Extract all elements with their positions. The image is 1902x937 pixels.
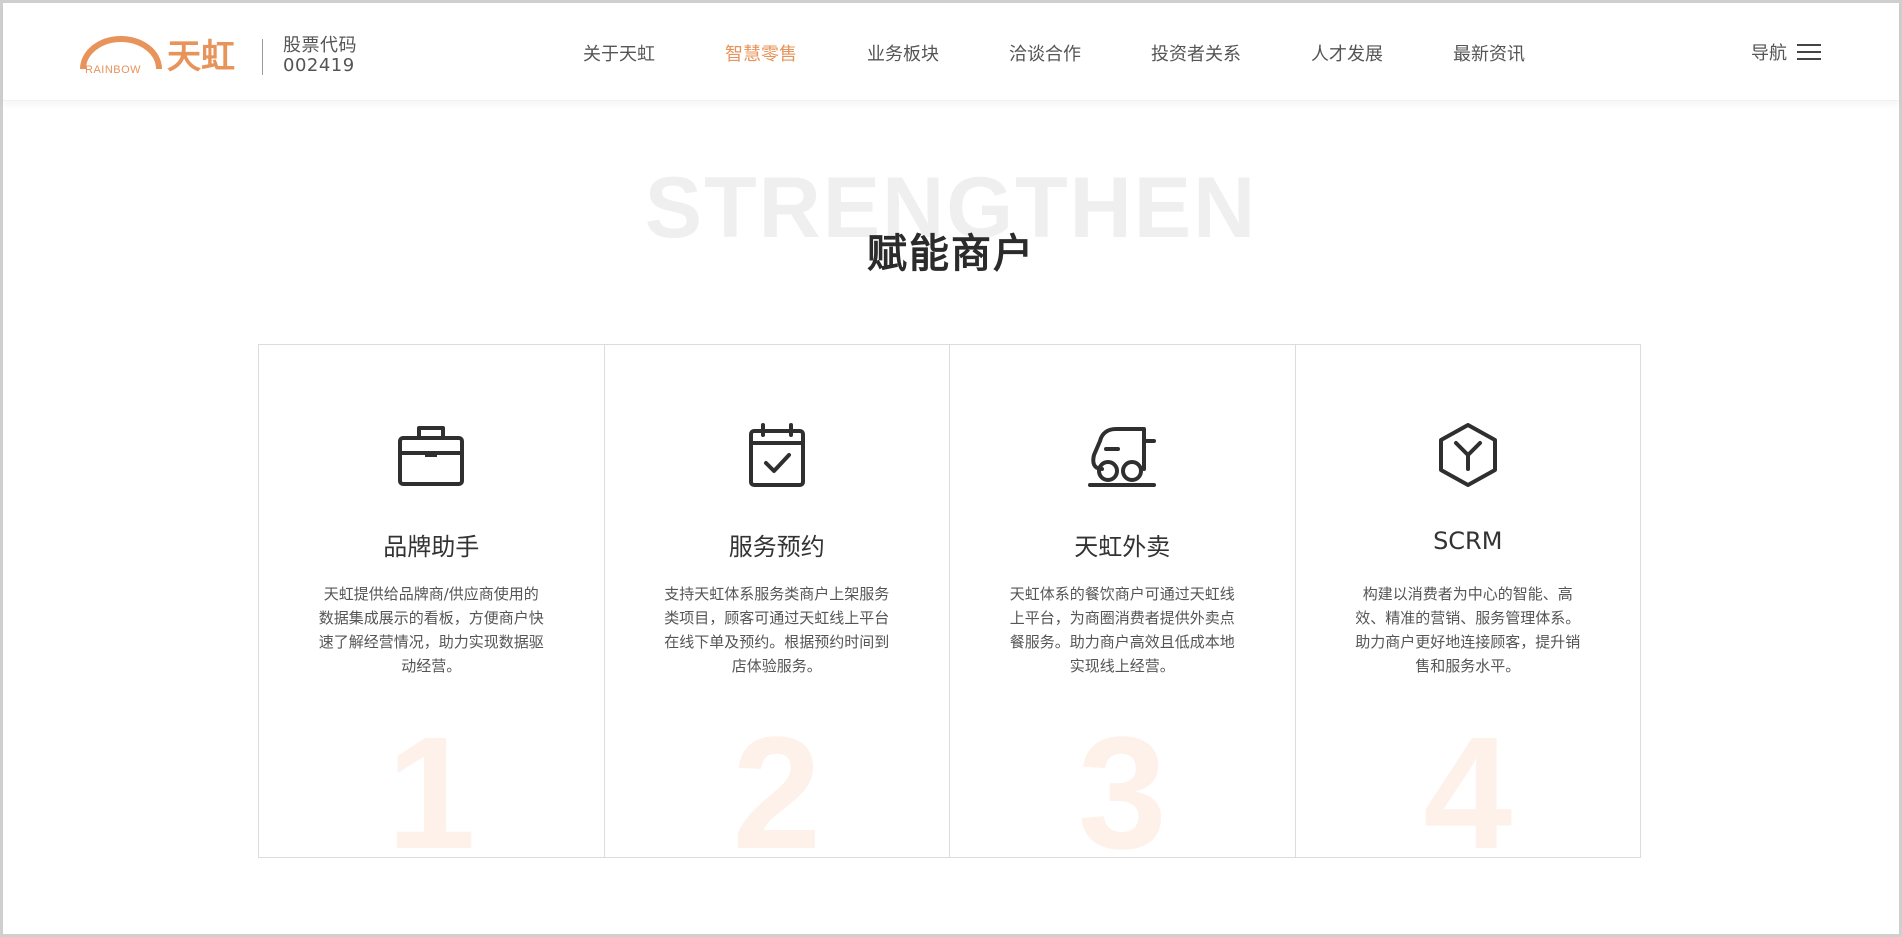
- feature-card-brand-assistant[interactable]: 1 品牌助手 天虹提供给品牌商/供应商使用的数据集成展示的看板，方便商户快速了解…: [259, 345, 605, 857]
- calendar-check-icon: [743, 423, 811, 487]
- delivery-scooter-icon: [1088, 423, 1157, 487]
- stock-code: 002419: [283, 55, 355, 76]
- logo-divider: [262, 39, 263, 75]
- card-number: 2: [732, 703, 822, 858]
- site-header: RAINBOW 天虹 股票代码 002419 关于天虹 智慧零售 业务板块 洽谈…: [3, 3, 1899, 101]
- feature-card-service-booking[interactable]: 2 服务预约 支持天虹体系服务类商户上架服务类项目，顾客可通过天虹线上平台在线下…: [605, 345, 950, 858]
- stock-info: 股票代码 002419: [283, 36, 357, 76]
- card-description: 天虹提供给品牌商/供应商使用的数据集成展示的看板，方便商户快速了解经营情况，助力…: [318, 585, 544, 675]
- nav-news[interactable]: 最新资讯: [1453, 40, 1525, 66]
- card-title: SCRM: [1433, 527, 1503, 555]
- feature-cards: 1 品牌助手 天虹提供给品牌商/供应商使用的数据集成展示的看板，方便商户快速了解…: [258, 344, 1641, 858]
- stock-label: 股票代码: [283, 35, 357, 56]
- card-number: 1: [386, 703, 476, 858]
- nav-cooperation[interactable]: 洽谈合作: [1009, 40, 1081, 66]
- card-description: 天虹体系的餐饮商户可通过天虹线上平台，为商圈消费者提供外卖点餐服务。助力商户高效…: [1009, 585, 1235, 675]
- nav-about[interactable]: 关于天虹: [583, 40, 655, 66]
- nav-menu-button[interactable]: 导航: [1751, 39, 1821, 65]
- card-title: 服务预约: [728, 533, 825, 561]
- feature-card-takeaway[interactable]: 3 天虹外卖 天虹体系的餐饮商户可通过天虹线上平台，为商圈消费者提供外卖点餐服务…: [950, 345, 1296, 857]
- feature-card-scrm[interactable]: 4 SCRM 构建以消费者为中心的智能、高效、精准的营销、服务管理体系。助力商户…: [1296, 345, 1641, 857]
- card-number: 3: [1077, 703, 1167, 858]
- rainbow-logo[interactable]: RAINBOW 天虹: [79, 29, 249, 77]
- logo-mark-text: RAINBOW: [85, 64, 141, 75]
- nav-investors[interactable]: 投资者关系: [1151, 40, 1241, 66]
- logo-chinese-name: 天虹: [167, 37, 235, 75]
- main-nav: 关于天虹 智慧零售 业务板块 洽谈合作 投资者关系 人才发展 最新资讯: [583, 40, 1595, 66]
- cube-icon: [1434, 423, 1502, 487]
- card-description: 构建以消费者为中心的智能、高效、精准的营销、服务管理体系。助力商户更好地连接顾客…: [1355, 585, 1581, 675]
- hamburger-icon: [1797, 42, 1821, 62]
- nav-smart-retail[interactable]: 智慧零售: [725, 40, 797, 66]
- card-description: 支持天虹体系服务类商户上架服务类项目，顾客可通过天虹线上平台在线下单及预约。根据…: [664, 585, 890, 675]
- nav-business[interactable]: 业务板块: [867, 40, 939, 66]
- briefcase-icon: [397, 423, 465, 487]
- nav-menu-label: 导航: [1751, 43, 1787, 64]
- section-title: 赋能商户: [867, 231, 1035, 277]
- card-title: 品牌助手: [383, 533, 480, 561]
- card-number: 4: [1423, 703, 1513, 858]
- card-title: 天虹外卖: [1074, 533, 1171, 561]
- nav-talent[interactable]: 人才发展: [1311, 40, 1383, 66]
